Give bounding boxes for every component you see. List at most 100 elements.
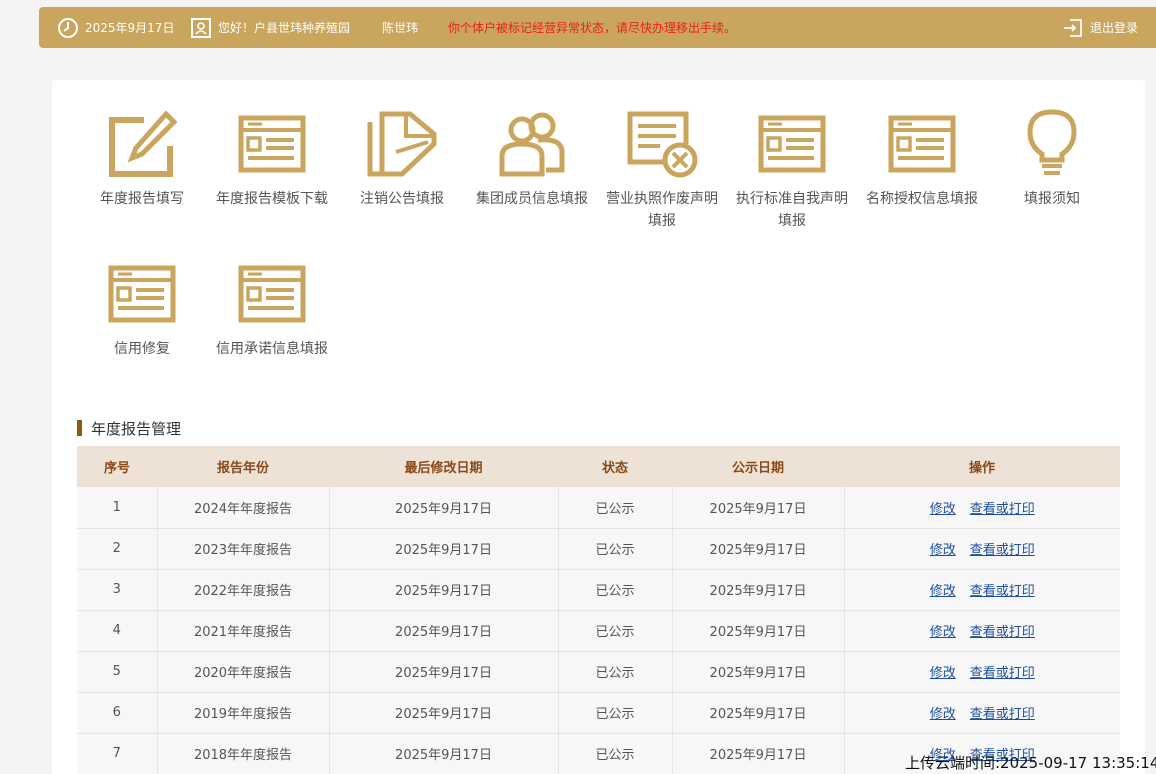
- menu-label: 注销公告填报: [360, 191, 444, 207]
- user-card-icon: [191, 17, 211, 38]
- cell-status: 已公示: [558, 610, 673, 652]
- cell-published: 2025年9月17日: [672, 733, 845, 774]
- cell-actions: 修改 查看或打印: [844, 528, 1120, 570]
- cell-status: 已公示: [558, 651, 673, 693]
- cell-status: 已公示: [558, 528, 673, 570]
- menu-annual-report-fill[interactable]: 年度报告填写: [82, 108, 202, 210]
- edit-link[interactable]: 修改: [930, 666, 956, 681]
- menu-standard-declaration[interactable]: 执行标准自我声明填报: [732, 108, 852, 232]
- cell-no: 5: [77, 651, 158, 693]
- cell-actions: 修改 查看或打印: [844, 487, 1120, 529]
- cell-no: 3: [77, 569, 158, 611]
- view-print-link[interactable]: 查看或打印: [970, 502, 1035, 517]
- menu-label: 填报须知: [1024, 191, 1080, 207]
- form-document-icon: [238, 115, 306, 173]
- menu-label: 集团成员信息填报: [476, 191, 588, 207]
- table-row: 6 2019年年度报告 2025年9月17日 已公示 2025年9月17日 修改 查看或打印: [77, 692, 1120, 734]
- clock-icon: [58, 17, 78, 38]
- pencil-edit-icon: [109, 110, 178, 177]
- cell-published: 2025年9月17日: [672, 569, 845, 611]
- edit-link[interactable]: 修改: [930, 543, 956, 558]
- menu-label: 营业执照作废声明填报: [606, 191, 718, 229]
- menu-label: 执行标准自我声明填报: [736, 191, 848, 229]
- license-void-icon: [627, 111, 698, 178]
- edit-link[interactable]: 修改: [930, 502, 956, 517]
- cell-modified: 2025年9月17日: [329, 651, 559, 693]
- section-title: 年度报告管理: [77, 419, 182, 438]
- menu-group-members[interactable]: 集团成员信息填报: [472, 108, 592, 210]
- cell-published: 2025年9月17日: [672, 528, 845, 570]
- cell-actions: 修改 查看或打印: [844, 692, 1120, 734]
- logout-button[interactable]: 退出登录: [1062, 7, 1138, 48]
- cell-no: 2: [77, 528, 158, 570]
- section-title-text: 年度报告管理: [91, 419, 182, 438]
- cell-modified: 2025年9月17日: [329, 610, 559, 652]
- cell-modified: 2025年9月17日: [329, 692, 559, 734]
- form-document-icon: [888, 115, 956, 173]
- form-document-icon: [758, 115, 826, 173]
- col-header: 最后修改日期: [329, 446, 558, 487]
- lightbulb-icon: [1027, 109, 1077, 175]
- view-print-link[interactable]: 查看或打印: [970, 625, 1035, 640]
- cell-year: 2020年年度报告: [157, 651, 330, 693]
- cell-no: 7: [77, 733, 158, 774]
- edit-link[interactable]: 修改: [930, 707, 956, 722]
- cell-published: 2025年9月17日: [672, 692, 845, 734]
- table-row: 4 2021年年度报告 2025年9月17日 已公示 2025年9月17日 修改 查看或打印: [77, 610, 1120, 652]
- cell-actions: 修改 查看或打印: [844, 651, 1120, 693]
- view-print-link[interactable]: 查看或打印: [970, 584, 1035, 599]
- cell-no: 6: [77, 692, 158, 734]
- cell-year: 2023年年度报告: [157, 528, 330, 570]
- menu-label: 名称授权信息填报: [866, 191, 978, 207]
- menu-license-void[interactable]: 营业执照作废声明填报: [602, 108, 722, 232]
- cell-published: 2025年9月17日: [672, 487, 845, 529]
- view-print-link[interactable]: 查看或打印: [970, 543, 1035, 558]
- menu-template-download[interactable]: 年度报告模板下载: [212, 108, 332, 210]
- table-row: 2 2023年年度报告 2025年9月17日 已公示 2025年9月17日 修改 查看或打印: [77, 528, 1120, 570]
- cell-status: 已公示: [558, 733, 673, 774]
- abnormal-warning: 你个体户被标记经营异常状态，请尽快办理移出手续。: [448, 21, 737, 35]
- table-row: 3 2022年年度报告 2025年9月17日 已公示 2025年9月17日 修改 查看或打印: [77, 569, 1120, 611]
- upload-timestamp: 上传云端时间:2025-09-17 13:35:14: [905, 754, 1156, 772]
- col-header: 报告年份: [157, 446, 329, 487]
- greeting-text: 您好！户县世玮种养殖园: [218, 21, 351, 35]
- logout-icon: [1064, 18, 1082, 37]
- view-print-link[interactable]: 查看或打印: [970, 666, 1035, 681]
- view-print-link[interactable]: 查看或打印: [970, 707, 1035, 722]
- menu-cancel-notice[interactable]: 注销公告填报: [342, 108, 462, 210]
- cell-modified: 2025年9月17日: [329, 487, 559, 529]
- col-header: 序号: [77, 446, 157, 487]
- edit-link[interactable]: 修改: [930, 584, 956, 599]
- date-display: 2025年9月17日: [57, 7, 174, 48]
- cell-year: 2019年年度报告: [157, 692, 330, 734]
- menu-label: 年度报告模板下载: [216, 191, 328, 207]
- cell-no: 1: [77, 487, 158, 529]
- col-header: 操作: [844, 446, 1120, 487]
- top-bar: 2025年9月17日 您好！户县世玮种养殖园 陈世玮 你个体户被标记经营异常状态…: [39, 7, 1156, 48]
- person-name: 陈世玮: [382, 21, 419, 35]
- cell-published: 2025年9月17日: [672, 610, 845, 652]
- menu-label: 信用修复: [114, 341, 170, 357]
- cell-year: 2021年年度报告: [157, 610, 330, 652]
- cell-year: 2018年年度报告: [157, 733, 330, 774]
- edit-link[interactable]: 修改: [930, 625, 956, 640]
- cell-status: 已公示: [558, 487, 673, 529]
- cell-actions: 修改 查看或打印: [844, 569, 1120, 611]
- menu-label: 信用承诺信息填报: [216, 341, 328, 357]
- cell-modified: 2025年9月17日: [329, 528, 559, 570]
- table-header-row: 序号 报告年份 最后修改日期 状态 公示日期 操作: [77, 446, 1120, 487]
- section-marker: [77, 420, 82, 436]
- menu-credit-repair[interactable]: 信用修复: [82, 258, 202, 360]
- menu-credit-commitment[interactable]: 信用承诺信息填报: [212, 258, 332, 360]
- table-row: 1 2024年年度报告 2025年9月17日 已公示 2025年9月17日 修改 查看或打印: [77, 487, 1120, 529]
- cell-actions: 修改 查看或打印: [844, 610, 1120, 652]
- cell-year: 2022年年度报告: [157, 569, 330, 611]
- cell-status: 已公示: [558, 569, 673, 611]
- cell-status: 已公示: [558, 692, 673, 734]
- date-text: 2025年9月17日: [85, 21, 175, 35]
- menu-filing-notes[interactable]: 填报须知: [992, 108, 1112, 210]
- cancel-notice-icon: [367, 111, 437, 177]
- menu-name-authorization[interactable]: 名称授权信息填报: [862, 108, 982, 210]
- group-members-icon: [499, 112, 565, 177]
- form-document-icon: [108, 265, 176, 323]
